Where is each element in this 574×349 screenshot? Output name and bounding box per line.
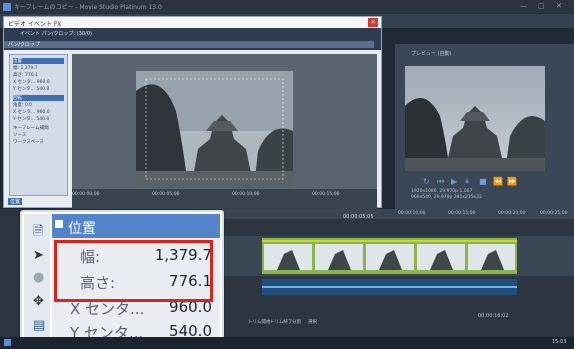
dialog-title: ビデオ イベント FX — [8, 21, 62, 28]
y-center-label: Y センタ... — [13, 87, 35, 92]
rot-y-center-value[interactable]: 540.0 — [36, 117, 49, 122]
width-label: 幅: — [13, 66, 20, 71]
timeline-timecode: 00:00:16;02 — [478, 313, 509, 319]
fx-tab[interactable]: パン/クロップ — [8, 41, 40, 48]
rot-x-center-value[interactable]: 960.0 — [37, 110, 50, 115]
taskbar-clock: 15:03 — [552, 339, 567, 345]
ruler-tick: 00:00:05;00 — [152, 192, 180, 197]
width-row: 幅: 1,379.7 — [13, 65, 38, 71]
split-button[interactable]: 分割 — [292, 319, 301, 325]
video-event-fx-dialog: ビデオ イベント FX ✕ イベント パン/クロップ: (30/0) パン/クロ… — [3, 16, 382, 209]
pan-crop-properties: 位置 幅: 1,379.7 高さ: 776.1 X センタ... 960.0 Y… — [9, 54, 68, 196]
highlight-box — [54, 240, 213, 302]
audio-event-clip[interactable] — [262, 279, 517, 295]
source-item[interactable]: ソース — [13, 132, 26, 138]
trim-end-button[interactable]: トリム終了 — [270, 319, 293, 325]
loop-icon[interactable]: ↻ — [423, 177, 430, 186]
y-center-value[interactable]: 540.0 — [36, 87, 49, 92]
width-value[interactable]: 1,379.7 — [20, 66, 37, 71]
minimize-icon[interactable]: — — [520, 2, 527, 10]
windows-start-icon[interactable] — [4, 339, 11, 346]
maximize-icon[interactable]: ▢ — [538, 2, 545, 10]
timeline-tick: 00:00:15;00 — [448, 211, 476, 216]
preview-toolbar: プレビュー (自動) — [411, 50, 531, 58]
close-icon[interactable]: ✕ — [556, 2, 562, 10]
pan-crop-canvas[interactable] — [72, 54, 377, 189]
section-position[interactable]: 位置 — [13, 58, 64, 64]
preview-res: 960x540, 29.970p — [411, 195, 453, 200]
display-info: 381x215x32 — [453, 195, 482, 200]
timeline-tick: 00:00:25;00 — [540, 211, 568, 216]
transport-controls: ↻ ⏮ ▶ ⏸ ■ ⏪ ⏩ — [405, 175, 574, 189]
keyframe-ruler[interactable]: 00:00:00;00 00:00:05;00 00:00:10;00 00:0… — [72, 189, 377, 209]
angle-row: 角度: 0.0 — [13, 102, 32, 108]
play-from-start-icon[interactable]: ⏮ — [437, 177, 444, 187]
y-center-row: Y センタ... 540.0 — [13, 86, 49, 92]
rot-y-center-label: Y センタ... — [13, 117, 35, 122]
ruler-tick: 00:00:00;00 — [72, 192, 100, 197]
section-rotation[interactable]: 回転 — [13, 95, 64, 101]
source-image — [136, 71, 293, 188]
angle-value[interactable]: 0.0 — [25, 103, 32, 108]
timeline-ruler: 00:00:10;00 00:00:15;00 00:00:20;00 00:0… — [220, 209, 574, 219]
app-icon — [3, 3, 11, 11]
x-center-label: X センタ... — [13, 80, 36, 85]
keyframe-interp-item[interactable]: キーフレーム補間 — [13, 125, 49, 131]
prev-frame-icon[interactable]: ⏪ — [493, 177, 503, 186]
preview-mode[interactable]: プレビュー (自動) — [411, 51, 452, 57]
dialog-close-button[interactable]: ✕ — [368, 18, 378, 27]
keyframe-timecode: 00:00:05;05 — [343, 214, 374, 220]
project-info: 1920x1080, 29.970p — [411, 189, 459, 194]
rot-y-center-row: Y センタ... 540.0 — [13, 116, 49, 122]
rot-x-center-row: X センタ... 960.0 — [13, 109, 50, 115]
height-label: 高さ: — [13, 73, 24, 78]
app-title: キーフレームのコピー - Movie Studio Platinum 13.0 — [14, 4, 162, 11]
frame-info: 1,067 — [459, 189, 473, 194]
select-button[interactable]: 選択 — [308, 319, 317, 325]
callout-header-label: 位置 — [68, 221, 96, 237]
fx-chain-bar: パン/クロップ — [4, 41, 374, 48]
move-icon[interactable]: ✥ — [33, 294, 44, 309]
height-value[interactable]: 776.1 — [25, 73, 38, 78]
callout-position-header[interactable]: 位置 — [52, 214, 220, 238]
audio-waveform — [262, 286, 517, 288]
play-icon[interactable]: ▶ — [451, 177, 457, 186]
x-center-row: X センタ... 960.0 — [13, 79, 50, 85]
callout-tool-column: 🗎 ➤ ● ✥ ▤ — [24, 214, 50, 341]
x-center-value[interactable]: 960.0 — [37, 80, 50, 85]
timeline-tick: 00:00:20;00 — [498, 211, 526, 216]
collapse-icon[interactable] — [55, 220, 63, 228]
taskbar: 15:03 — [0, 337, 574, 349]
ruler-tick: 00:00:10;00 — [232, 192, 260, 197]
rot-x-center-label: X センタ... — [13, 110, 36, 115]
angle-label: 角度: — [13, 103, 24, 108]
app-title-bar: キーフレームのコピー - Movie Studio Platinum 13.0 … — [0, 0, 574, 14]
timeline-tick: 00:00:10;00 — [398, 211, 426, 216]
dialog-title-bar: ビデオ イベント FX ✕ — [4, 17, 381, 28]
preset-label: イベント パン/クロップ: (30/0) — [20, 31, 92, 37]
document-icon: 🗎 — [33, 224, 44, 239]
height-row: 高さ: 776.1 — [13, 72, 38, 78]
workspace-item[interactable]: ワークスペース — [13, 139, 44, 145]
keyframe-position-label: 位置 — [8, 198, 23, 205]
preview-info: 1920x1080, 29.970p 1,067 960x540, 29.970… — [411, 189, 482, 201]
trim-start-button[interactable]: トリム開始 — [248, 319, 271, 325]
pause-icon[interactable]: ⏸ — [465, 177, 469, 187]
ruler-tick: 00:00:15;00 — [312, 192, 340, 197]
next-frame-icon[interactable]: ⏩ — [507, 177, 517, 186]
edit-toolbar: トリム開始 トリム終了 分割 選択 — [230, 307, 350, 331]
stop-icon[interactable]: ■ — [479, 177, 487, 186]
video-event-clip[interactable] — [262, 238, 517, 274]
workspace-icon[interactable]: ▤ — [33, 318, 45, 333]
preview-image — [405, 66, 545, 171]
circle-icon[interactable]: ● — [33, 270, 44, 285]
arrow-cursor-icon[interactable]: ➤ — [33, 248, 44, 263]
